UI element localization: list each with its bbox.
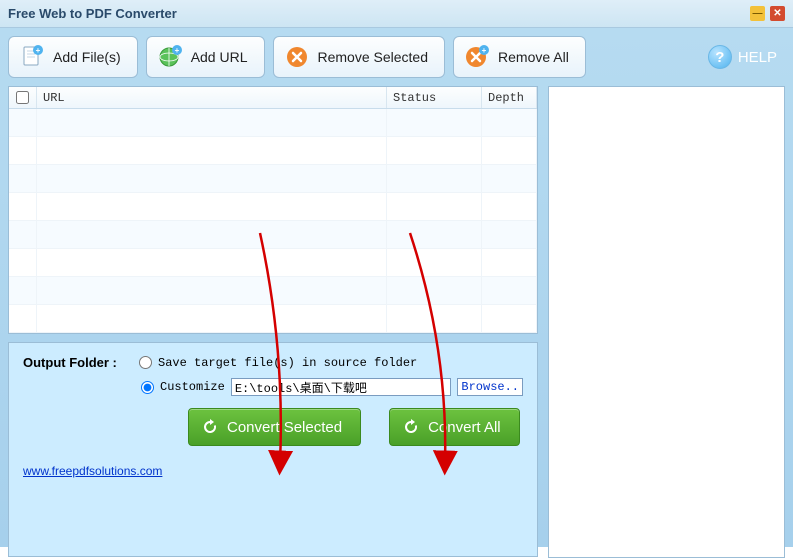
status-column-header[interactable]: Status bbox=[387, 87, 482, 108]
close-button[interactable]: ✕ bbox=[770, 6, 785, 21]
remove-icon bbox=[284, 44, 310, 70]
convert-selected-button[interactable]: Convert Selected bbox=[188, 408, 361, 446]
output-path-input[interactable] bbox=[231, 378, 452, 396]
titlebar: Free Web to PDF Converter — ✕ bbox=[0, 0, 793, 28]
help-icon: ? bbox=[708, 45, 732, 69]
toolbar: + Add File(s) + Add URL Remove Selected … bbox=[8, 36, 785, 78]
app-title: Free Web to PDF Converter bbox=[8, 6, 745, 21]
url-column-header[interactable]: URL bbox=[37, 87, 387, 108]
app-body: + Add File(s) + Add URL Remove Selected … bbox=[0, 28, 793, 547]
remove-all-icon: + bbox=[464, 44, 490, 70]
table-row[interactable] bbox=[9, 137, 537, 165]
select-all-checkbox[interactable] bbox=[16, 91, 29, 104]
minimize-button[interactable]: — bbox=[750, 6, 765, 21]
add-files-label: Add File(s) bbox=[53, 49, 121, 65]
save-in-source-label: Save target file(s) in source folder bbox=[158, 356, 417, 370]
select-all-header[interactable] bbox=[9, 87, 37, 108]
svg-text:+: + bbox=[174, 46, 179, 55]
convert-selected-label: Convert Selected bbox=[227, 419, 342, 436]
vendor-link[interactable]: www.freepdfsolutions.com bbox=[23, 464, 162, 478]
convert-all-button[interactable]: Convert All bbox=[389, 408, 520, 446]
convert-all-label: Convert All bbox=[428, 419, 501, 436]
remove-all-button[interactable]: + Remove All bbox=[453, 36, 586, 78]
refresh-icon bbox=[402, 418, 420, 436]
add-url-button[interactable]: + Add URL bbox=[146, 36, 265, 78]
file-plus-icon: + bbox=[19, 44, 45, 70]
output-panel: Output Folder : Save target file(s) in s… bbox=[8, 342, 538, 557]
save-in-source-radio[interactable] bbox=[139, 356, 152, 369]
help-button[interactable]: ? HELP bbox=[700, 45, 785, 69]
depth-column-header[interactable]: Depth bbox=[482, 87, 537, 108]
output-folder-label: Output Folder : bbox=[23, 355, 133, 370]
table-header: URL Status Depth bbox=[9, 87, 537, 109]
table-row[interactable] bbox=[9, 165, 537, 193]
table-row[interactable] bbox=[9, 109, 537, 137]
add-url-label: Add URL bbox=[191, 49, 248, 65]
customize-label: Customize bbox=[160, 380, 225, 394]
url-table: URL Status Depth bbox=[8, 86, 538, 334]
remove-selected-label: Remove Selected bbox=[318, 49, 429, 65]
table-row[interactable] bbox=[9, 221, 537, 249]
svg-text:+: + bbox=[36, 46, 41, 55]
table-row[interactable] bbox=[9, 305, 537, 333]
customize-radio[interactable] bbox=[141, 381, 154, 394]
browse-button[interactable]: Browse.. bbox=[457, 378, 523, 396]
globe-plus-icon: + bbox=[157, 44, 183, 70]
svg-text:+: + bbox=[482, 46, 487, 55]
table-row[interactable] bbox=[9, 193, 537, 221]
remove-all-label: Remove All bbox=[498, 49, 569, 65]
table-body bbox=[9, 109, 537, 334]
refresh-icon bbox=[201, 418, 219, 436]
add-files-button[interactable]: + Add File(s) bbox=[8, 36, 138, 78]
table-row[interactable] bbox=[9, 277, 537, 305]
help-label: HELP bbox=[738, 49, 777, 66]
remove-selected-button[interactable]: Remove Selected bbox=[273, 36, 446, 78]
preview-panel bbox=[548, 86, 785, 558]
table-row[interactable] bbox=[9, 249, 537, 277]
